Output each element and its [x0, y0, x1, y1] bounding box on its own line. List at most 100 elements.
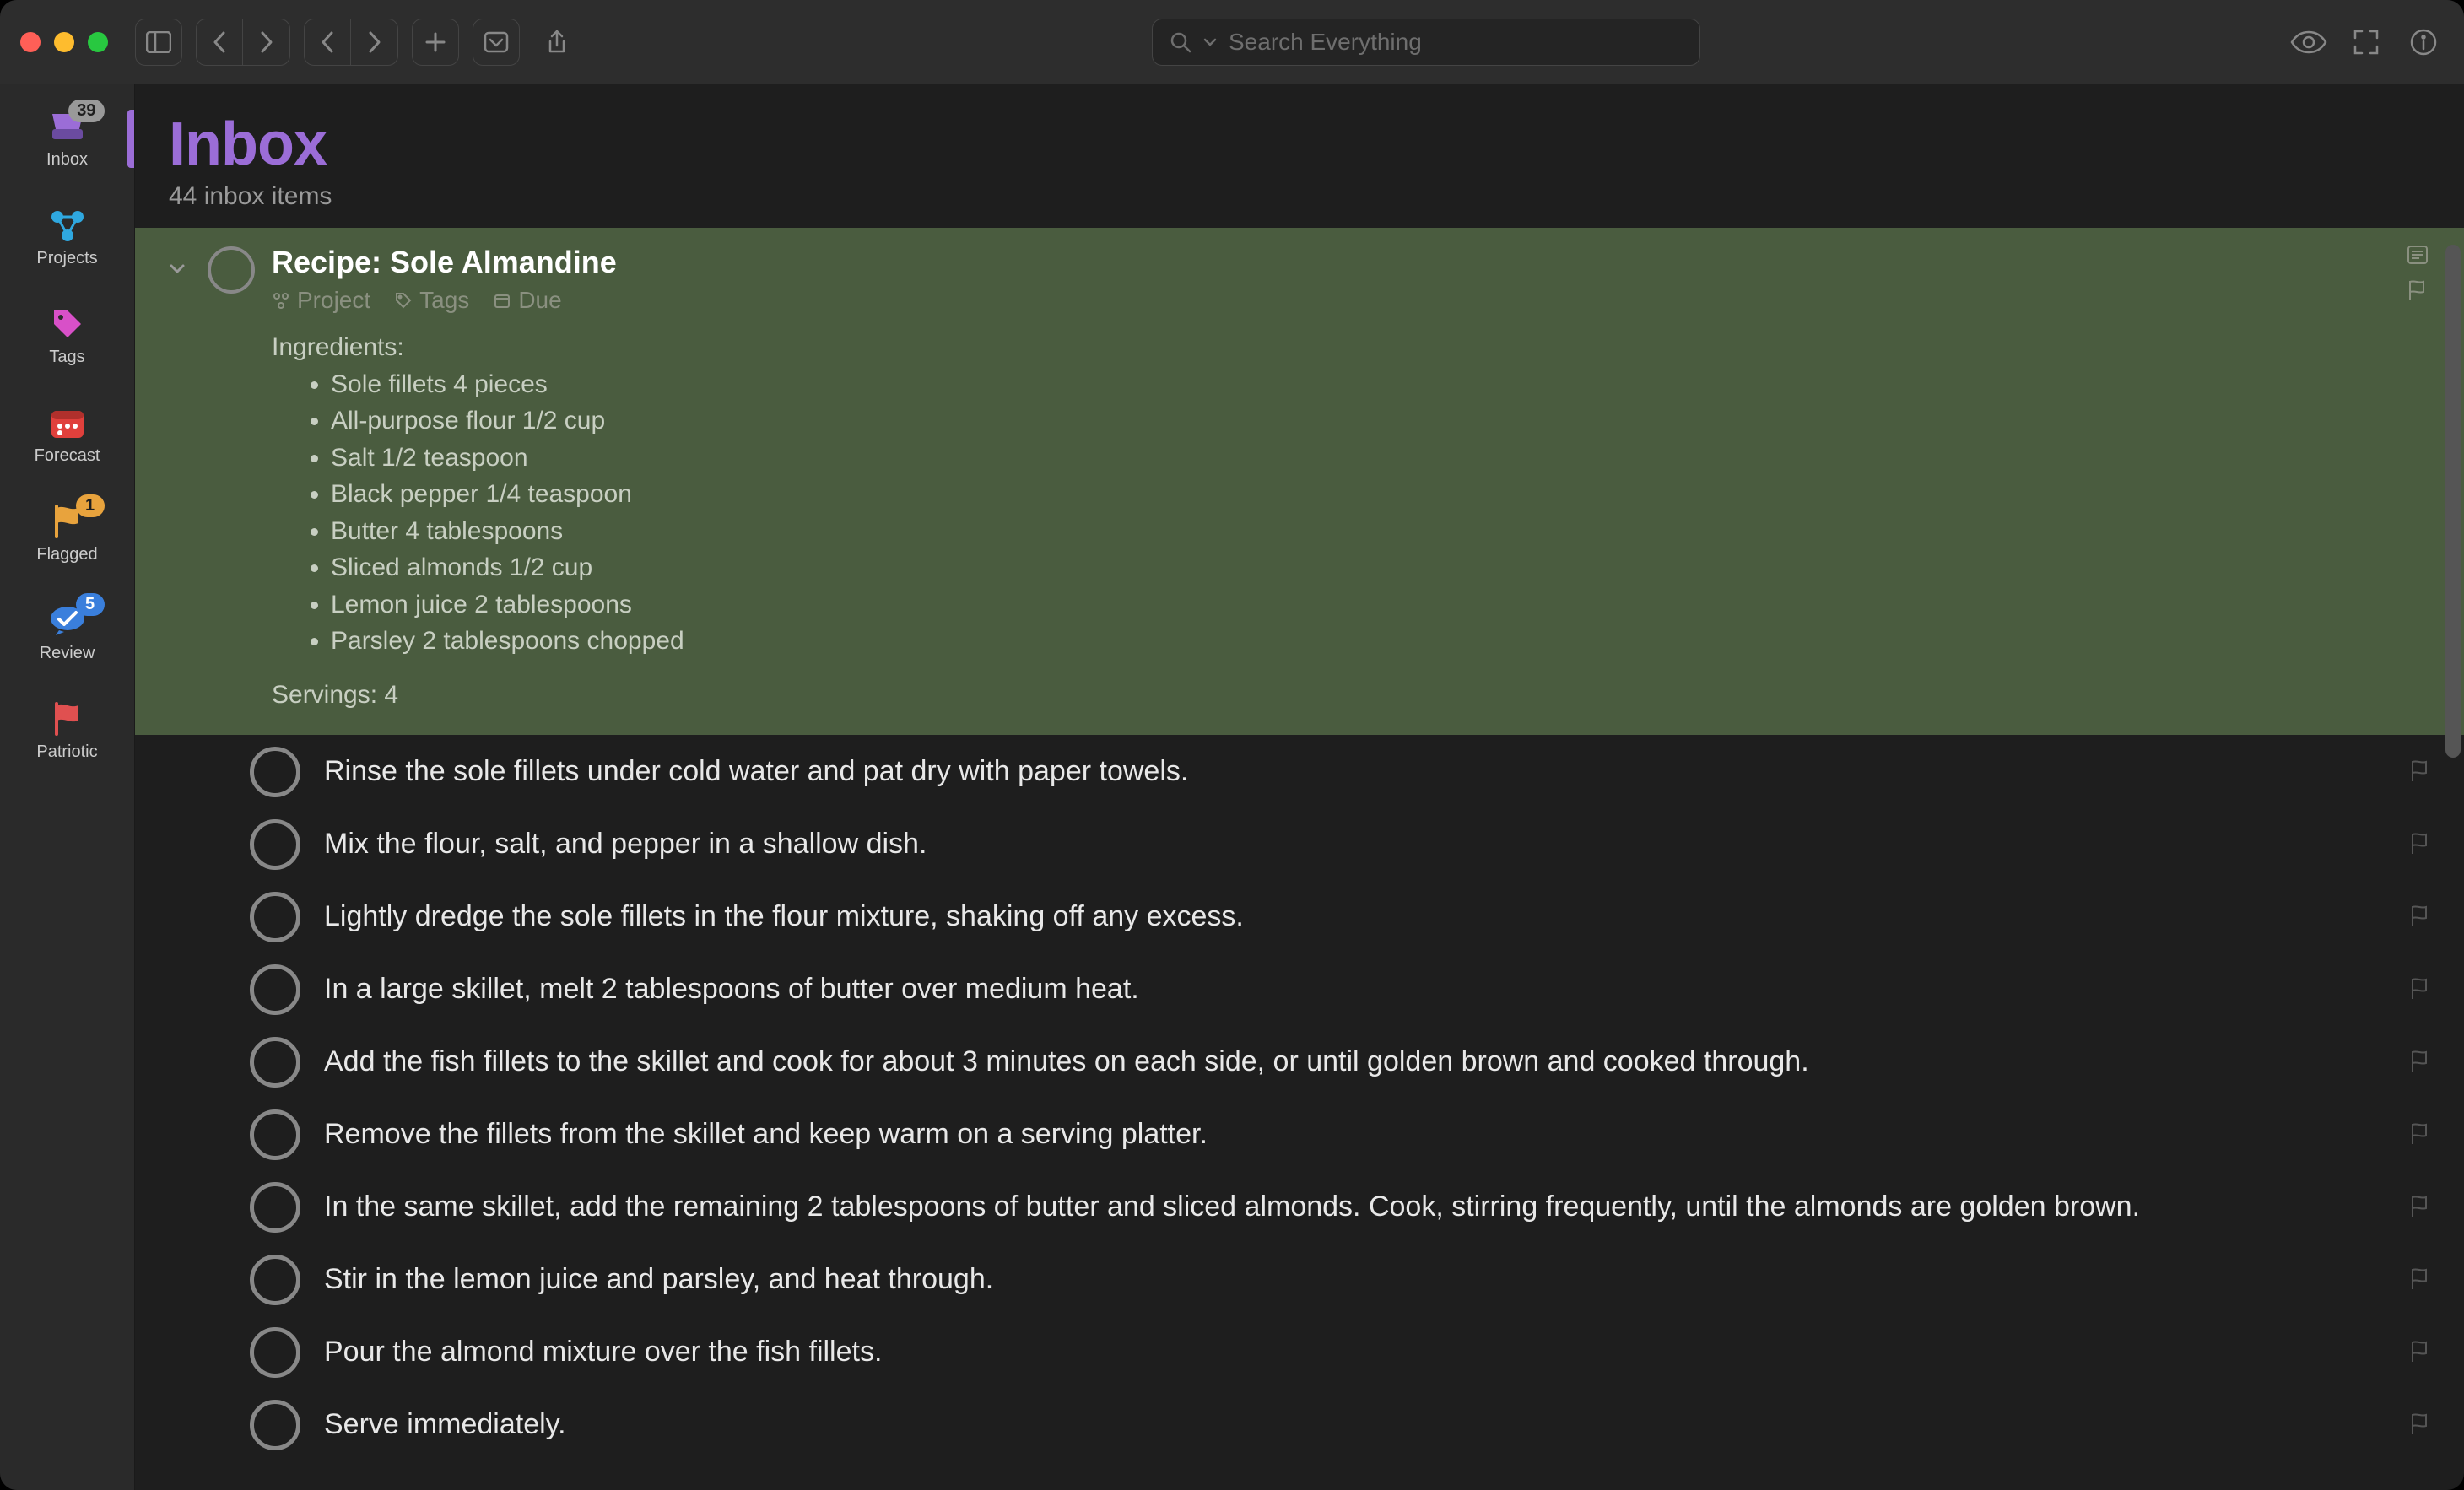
content-back-button[interactable] [304, 19, 351, 66]
review-badge: 5 [76, 593, 105, 616]
projects-icon [49, 207, 86, 244]
flag-red-icon [49, 700, 86, 737]
perspective-label: Inbox [46, 150, 88, 170]
task-title: Add the fish fillets to the skillet and … [324, 1045, 2385, 1078]
flag-toggle[interactable] [2408, 831, 2430, 856]
flag-toggle[interactable] [2408, 976, 2430, 1001]
flag-toggle[interactable] [2408, 1339, 2430, 1364]
due-field[interactable]: Due [493, 287, 561, 314]
window-controls [20, 32, 108, 52]
ingredient-item: Parsley 2 tablespoons chopped [331, 623, 2390, 660]
zoom-window[interactable] [88, 32, 108, 52]
ingredients-list: Sole fillets 4 pieces All-purpose flour … [331, 366, 2390, 660]
task-row[interactable]: Serve immediately. [135, 1388, 2464, 1460]
task-row[interactable]: Lightly dredge the sole fillets in the f… [135, 880, 2464, 953]
ingredient-item: Black pepper 1/4 teaspoon [331, 476, 2390, 513]
focus-mode-button[interactable] [2346, 22, 2386, 62]
perspective-label: Flagged [36, 545, 97, 564]
status-circle[interactable] [250, 1400, 300, 1450]
perspective-label: Forecast [35, 446, 100, 466]
status-circle[interactable] [250, 747, 300, 797]
task-title: Mix the flour, salt, and pepper in a sha… [324, 828, 2385, 861]
inspector-button[interactable] [2403, 22, 2444, 62]
ingredient-item: Butter 4 tablespoons [331, 513, 2390, 550]
share-button[interactable] [533, 19, 581, 66]
status-circle[interactable] [250, 964, 300, 1015]
task-row[interactable]: Stir in the lemon juice and parsley, and… [135, 1243, 2464, 1315]
minimize-window[interactable] [54, 32, 74, 52]
ingredient-item: Sole fillets 4 pieces [331, 366, 2390, 403]
perspective-projects[interactable]: Projects [0, 200, 134, 275]
new-item-button[interactable] [412, 19, 459, 66]
task-title: In a large skillet, melt 2 tablespoons o… [324, 973, 2385, 1006]
task-row[interactable]: Rinse the sole fillets under cold water … [135, 735, 2464, 807]
content-forward-button[interactable] [351, 19, 398, 66]
status-circle[interactable] [250, 1109, 300, 1160]
flag-toggle[interactable] [2407, 278, 2430, 302]
task-title: Rinse the sole fillets under cold water … [324, 755, 2385, 788]
status-circle[interactable] [250, 1327, 300, 1378]
flag-toggle[interactable] [2408, 1194, 2430, 1219]
perspective-review[interactable]: 5 Review [0, 595, 134, 670]
page-subtitle: 44 inbox items [169, 182, 2430, 211]
tag-icon [49, 305, 86, 343]
search-box[interactable] [1152, 19, 1700, 66]
task-title[interactable]: Recipe: Sole Almandine [272, 245, 2390, 280]
task-row[interactable]: In the same skillet, add the remaining 2… [135, 1170, 2464, 1243]
calendar-icon [49, 404, 86, 441]
tags-field[interactable]: Tags [394, 287, 469, 314]
chevron-down-icon [1203, 37, 1217, 47]
scrollbar-thumb[interactable] [2445, 245, 2461, 758]
page-title: Inbox [169, 110, 2430, 179]
status-circle[interactable] [250, 819, 300, 870]
close-window[interactable] [20, 32, 41, 52]
search-input[interactable] [1229, 29, 1683, 56]
task-row[interactable]: Pour the almond mixture over the fish fi… [135, 1315, 2464, 1388]
status-circle[interactable] [208, 246, 255, 294]
task-row[interactable]: Mix the flour, salt, and pepper in a sha… [135, 807, 2464, 880]
flag-toggle[interactable] [2408, 1266, 2430, 1292]
search-icon [1170, 31, 1191, 53]
main-content: Inbox 44 inbox items Recipe: Sole Almand… [135, 84, 2464, 1490]
task-list: Recipe: Sole Almandine Project Tags [135, 228, 2464, 1490]
task-row[interactable]: In a large skillet, melt 2 tablespoons o… [135, 953, 2464, 1025]
flag-toggle[interactable] [2408, 758, 2430, 784]
status-circle[interactable] [250, 892, 300, 942]
toggle-sidebar-button[interactable] [135, 19, 182, 66]
perspective-sidebar: 39 Inbox Projects Tags Fore [0, 84, 135, 1490]
task-row[interactable]: Remove the fillets from the skillet and … [135, 1098, 2464, 1170]
ingredient-item: Lemon juice 2 tablespoons [331, 586, 2390, 624]
note-indicator-icon[interactable] [2407, 245, 2430, 268]
task-row[interactable]: Add the fish fillets to the skillet and … [135, 1025, 2464, 1098]
perspective-inbox[interactable]: 39 Inbox [0, 101, 134, 176]
perspective-patriotic[interactable]: Patriotic [0, 694, 134, 769]
sidebar-forward-button[interactable] [243, 19, 290, 66]
status-circle[interactable] [250, 1182, 300, 1233]
status-circle[interactable] [250, 1037, 300, 1088]
flag-toggle[interactable] [2408, 904, 2430, 929]
flag-toggle[interactable] [2408, 1049, 2430, 1074]
task-title: Pour the almond mixture over the fish fi… [324, 1336, 2385, 1369]
perspective-forecast[interactable]: Forecast [0, 397, 134, 472]
flag-icon: 1 [49, 503, 86, 540]
review-icon: 5 [49, 602, 86, 639]
task-row-selected[interactable]: Recipe: Sole Almandine Project Tags [135, 228, 2464, 735]
perspective-flagged[interactable]: 1 Flagged [0, 496, 134, 571]
flag-toggle[interactable] [2408, 1412, 2430, 1437]
servings-line: Servings: 4 [272, 677, 2390, 714]
flag-toggle[interactable] [2408, 1121, 2430, 1147]
view-options-button[interactable] [2288, 22, 2329, 62]
content-header: Inbox 44 inbox items [135, 84, 2464, 228]
project-icon [272, 291, 290, 310]
perspective-label: Tags [49, 348, 84, 367]
status-circle[interactable] [250, 1255, 300, 1305]
quick-entry-button[interactable] [473, 19, 520, 66]
task-note[interactable]: Ingredients: Sole fillets 4 pieces All-p… [272, 329, 2390, 713]
sidebar-back-button[interactable] [196, 19, 243, 66]
perspective-label: Review [40, 644, 95, 663]
ingredient-item: Sliced almonds 1/2 cup [331, 549, 2390, 586]
task-title: In the same skillet, add the remaining 2… [324, 1190, 2385, 1223]
disclosure-triangle[interactable] [164, 258, 191, 713]
perspective-tags[interactable]: Tags [0, 299, 134, 374]
project-field[interactable]: Project [272, 287, 370, 314]
